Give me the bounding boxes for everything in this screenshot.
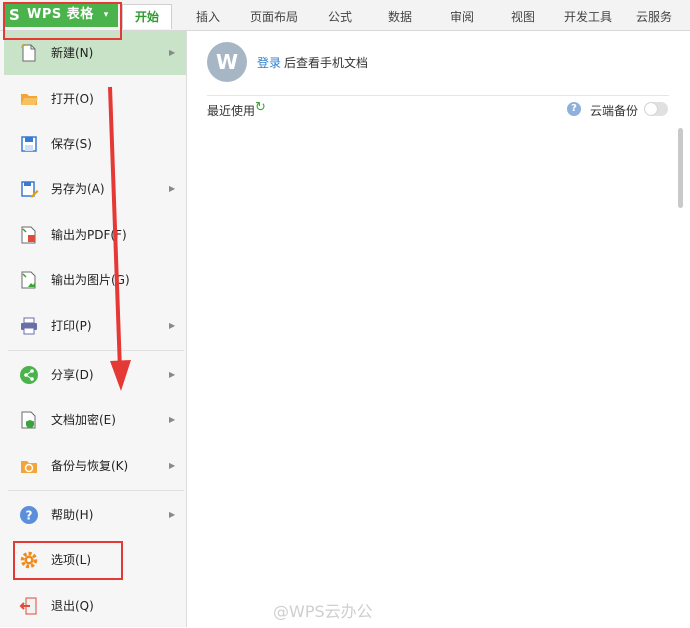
help-icon[interactable]: ?	[567, 102, 581, 116]
menu-item-label: 文档加密(E)	[51, 413, 116, 427]
login-link[interactable]: 登录	[257, 54, 281, 71]
menu-item-exit[interactable]: 退出(Q)	[4, 584, 186, 628]
tab-insert[interactable]: 插入	[196, 8, 220, 25]
tab-formulas[interactable]: 公式	[328, 8, 352, 25]
svg-text:?: ?	[26, 509, 33, 523]
lock-document-icon	[21, 411, 36, 429]
menu-item-export-pdf[interactable]: 输出为PDF(F)	[4, 213, 186, 257]
avatar[interactable]: W	[207, 42, 247, 82]
save-as-icon	[21, 181, 39, 198]
file-menu-sidebar: 新建(N) ▶ 打开(O) 保存(S) 另存为(A) ▶ 输出为PDF(F) 输…	[0, 31, 187, 627]
refresh-icon[interactable]: ↻	[255, 101, 269, 115]
submenu-arrow-icon: ▶	[169, 370, 176, 379]
new-file-icon	[21, 43, 36, 62]
submenu-arrow-icon: ▶	[169, 184, 176, 193]
tab-review[interactable]: 审阅	[450, 8, 474, 25]
share-icon	[20, 366, 38, 384]
menu-item-label: 帮助(H)	[51, 508, 94, 522]
divider	[207, 95, 669, 96]
menu-item-encrypt[interactable]: 文档加密(E) ▶	[4, 398, 186, 442]
tab-developer[interactable]: 开发工具	[564, 8, 612, 25]
tab-cloud-services[interactable]: 云服务	[636, 8, 672, 25]
cloud-backup-toggle[interactable]	[644, 102, 668, 116]
tab-page-layout[interactable]: 页面布局	[250, 8, 298, 25]
menu-item-save-as[interactable]: 另存为(A) ▶	[4, 167, 186, 211]
menu-item-backup-restore[interactable]: 备份与恢复(K) ▶	[4, 444, 186, 488]
menu-item-label: 打开(O)	[51, 92, 94, 106]
menu-item-label: 分享(D)	[51, 368, 94, 382]
menu-item-save[interactable]: 保存(S)	[4, 122, 186, 166]
printer-icon	[21, 317, 37, 335]
menu-item-export-image[interactable]: 输出为图片(G)	[4, 258, 186, 302]
folder-open-icon	[21, 94, 38, 105]
menu-item-label: 打印(P)	[51, 319, 92, 333]
login-hint: 后查看手机文档	[284, 56, 369, 70]
submenu-arrow-icon: ▶	[169, 48, 176, 57]
save-icon	[21, 136, 37, 152]
scrollbar[interactable]	[678, 128, 683, 208]
submenu-arrow-icon: ▶	[169, 415, 176, 424]
tab-data[interactable]: 数据	[388, 8, 412, 25]
toggle-knob	[645, 103, 657, 115]
menu-divider	[8, 350, 184, 351]
menu-item-open[interactable]: 打开(O)	[4, 77, 186, 121]
menu-item-label: 备份与恢复(K)	[51, 459, 129, 473]
cloud-backup-label: 云端备份	[590, 104, 639, 118]
menu-item-label: 另存为(A)	[51, 182, 105, 196]
tab-home[interactable]: 开始	[122, 4, 173, 29]
menu-item-label: 新建(N)	[51, 46, 94, 60]
menu-item-share[interactable]: 分享(D) ▶	[4, 353, 186, 397]
menu-item-print[interactable]: 打印(P) ▶	[4, 304, 186, 348]
backup-restore-icon	[21, 461, 37, 473]
menu-item-label: 退出(Q)	[51, 599, 94, 613]
exit-icon	[19, 597, 37, 615]
image-export-icon	[21, 271, 36, 289]
highlight-box-app-menu	[3, 2, 122, 40]
help-icon: ?	[20, 506, 38, 524]
submenu-arrow-icon: ▶	[169, 510, 176, 519]
tab-view[interactable]: 视图	[511, 8, 535, 25]
recent-panel: W 登录 后查看手机文档 最近使用 ↻ ? 云端备份	[187, 31, 690, 627]
submenu-arrow-icon: ▶	[169, 321, 176, 330]
menu-divider	[8, 490, 184, 491]
menu-item-label: 保存(S)	[51, 137, 92, 151]
submenu-arrow-icon: ▶	[169, 461, 176, 470]
highlight-box-options	[13, 541, 123, 580]
red-arrow-icon	[108, 86, 131, 391]
pdf-icon	[21, 226, 36, 244]
watermark: @WPS云办公	[273, 602, 373, 621]
recent-label: 最近使用	[207, 104, 256, 118]
menu-item-help[interactable]: ? 帮助(H) ▶	[4, 493, 186, 537]
